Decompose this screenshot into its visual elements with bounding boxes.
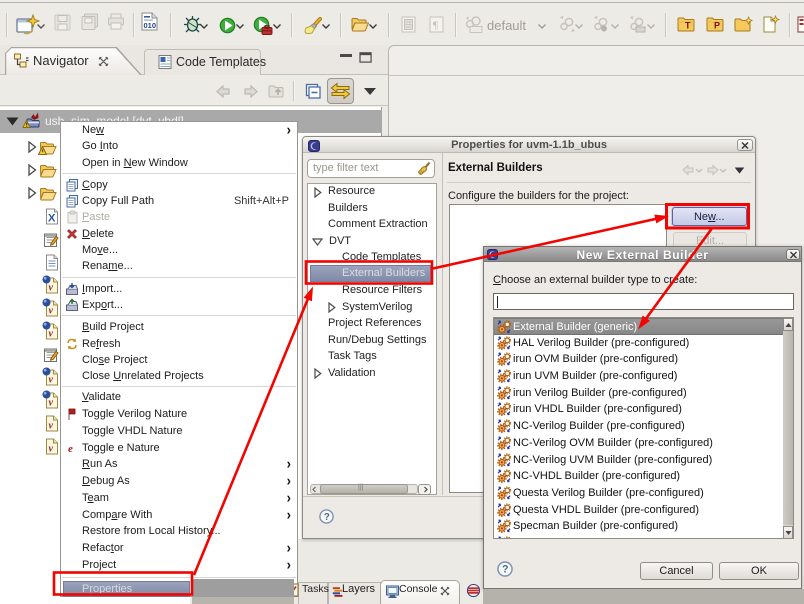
svg-text:010: 010: [144, 21, 157, 30]
svg-text:P: P: [714, 21, 720, 31]
svg-text:?: ?: [502, 564, 509, 576]
svg-text:?: ?: [324, 512, 330, 523]
svg-text:¶: ¶: [433, 20, 438, 32]
svg-text:e: e: [68, 443, 73, 455]
svg-text:T: T: [685, 21, 691, 31]
